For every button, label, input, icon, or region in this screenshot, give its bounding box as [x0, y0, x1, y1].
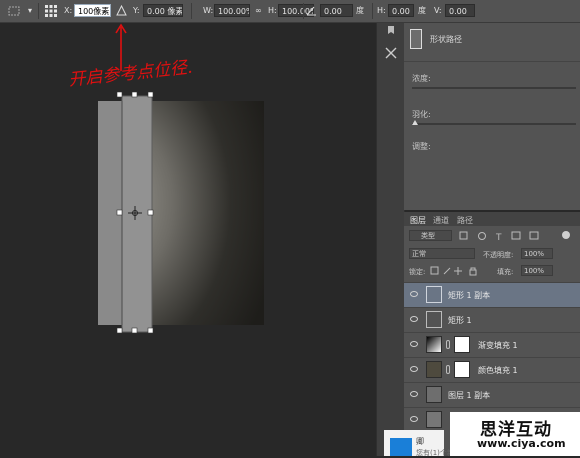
- lock-label: 锁定:: [409, 268, 426, 276]
- tab-layers[interactable]: 图层: [410, 215, 426, 226]
- watermark-url: www.ciya.com: [477, 437, 566, 450]
- x-input[interactable]: 100像素: [74, 4, 111, 17]
- filter-kind-select[interactable]: 类型: [409, 230, 452, 241]
- shape-layer-icon: [426, 286, 442, 303]
- layer-name: 渐变填充 1: [478, 341, 518, 350]
- gradient-thumbnail: [426, 336, 442, 353]
- svg-text:T: T: [495, 233, 502, 241]
- relative-position-icon[interactable]: [116, 4, 127, 16]
- notification-popup: 卿 您有(1)个新回复: [384, 430, 468, 457]
- feather-label: 羽化:: [412, 110, 431, 119]
- opacity-input[interactable]: 100%: [521, 248, 553, 259]
- y-input[interactable]: 0.00 像素: [143, 4, 183, 17]
- degree-label: 度: [356, 6, 364, 15]
- filter-toggle[interactable]: [562, 231, 570, 239]
- skew-h-label: H:: [377, 6, 386, 15]
- mask-thumbnail: [454, 336, 470, 353]
- adjust-label: 调整:: [412, 142, 431, 151]
- filter-icons[interactable]: T: [458, 231, 558, 243]
- layer-row-layer1-copy[interactable]: 图层 1 副本: [404, 382, 580, 407]
- visibility-eye-icon[interactable]: [410, 391, 418, 397]
- tool-preset-icon[interactable]: [8, 5, 22, 17]
- visibility-eye-icon[interactable]: [410, 316, 418, 322]
- y-label: Y:: [133, 6, 140, 15]
- layer-name: 矩形 1 副本: [448, 291, 491, 300]
- visibility-eye-icon[interactable]: [410, 291, 418, 297]
- angle-input[interactable]: 0.00: [320, 4, 353, 17]
- color-thumbnail: [426, 361, 442, 378]
- canvas-area[interactable]: 开启参考点位径.: [0, 23, 376, 456]
- feather-slider-thumb[interactable]: [412, 120, 418, 125]
- reference-point-icon[interactable]: [44, 4, 58, 18]
- mask-thumbnail: [454, 361, 470, 378]
- tools-icon[interactable]: [385, 47, 397, 59]
- feather-slider[interactable]: [412, 123, 576, 125]
- document-canvas: [98, 23, 264, 334]
- lock-icons[interactable]: [430, 266, 486, 276]
- layer-row-color-fill[interactable]: 颜色填充 1: [404, 357, 580, 382]
- degree-label-2: 度: [418, 6, 426, 15]
- density-label: 浓度:: [412, 74, 431, 83]
- skew-v-input[interactable]: 0.00: [445, 4, 475, 17]
- tool-preset-arrow: ▾: [28, 6, 33, 15]
- shape-path-icon: [410, 29, 422, 49]
- notification-left-text: 卿: [416, 437, 424, 446]
- link-chain-icon: [446, 365, 450, 374]
- layer-thumbnail: [426, 386, 442, 403]
- layer-row-rect1[interactable]: 矩形 1: [404, 307, 580, 332]
- options-bar: ▾ X: 100像素 Y: 0.00 像素 W: 100.00% ∞ H: 10…: [0, 0, 580, 23]
- visibility-eye-icon[interactable]: [410, 416, 418, 422]
- layer-name: 图层 1 副本: [448, 391, 491, 400]
- shape-path-label: 形状路径: [430, 35, 462, 44]
- tab-channels[interactable]: 通道: [433, 215, 449, 226]
- visibility-eye-icon[interactable]: [410, 366, 418, 372]
- history-icon[interactable]: [386, 25, 396, 35]
- density-slider[interactable]: [412, 87, 576, 89]
- properties-panel: 形状路径 浓度: 羽化: 调整:: [404, 23, 580, 210]
- layer-row-rect1-copy[interactable]: 矩形 1 副本: [404, 282, 580, 307]
- x-label: X:: [64, 6, 73, 15]
- h-label: H:: [268, 6, 277, 15]
- fill-input[interactable]: 100%: [521, 265, 553, 276]
- angle-icon: [306, 5, 317, 16]
- skew-h-input[interactable]: 0.00: [388, 4, 414, 17]
- layer-name: 矩形 1: [448, 316, 472, 325]
- filter-kind-label: 类型: [421, 232, 435, 240]
- layer-row-gradient-fill[interactable]: 渐变填充 1: [404, 332, 580, 357]
- link-chain-icon: [446, 340, 450, 349]
- layer-name: 颜色填充 1: [478, 366, 518, 375]
- watermark: 思洋互动 www.ciya.com: [450, 412, 580, 456]
- visibility-eye-icon[interactable]: [410, 341, 418, 347]
- blend-mode-select[interactable]: 正常: [409, 248, 475, 259]
- w-input[interactable]: 100.00%: [214, 4, 250, 17]
- shape-layer-icon: [426, 311, 442, 328]
- opacity-label: 不透明度:: [483, 251, 514, 259]
- skew-v-label: V:: [434, 6, 442, 15]
- tab-paths[interactable]: 路径: [457, 215, 473, 226]
- layer-thumbnail: [426, 411, 442, 428]
- w-label: W:: [203, 6, 214, 15]
- panel-dock: [376, 23, 405, 456]
- fill-label: 填充:: [497, 268, 514, 276]
- notification-blue-icon: [390, 438, 412, 456]
- link-icon[interactable]: ∞: [255, 6, 262, 16]
